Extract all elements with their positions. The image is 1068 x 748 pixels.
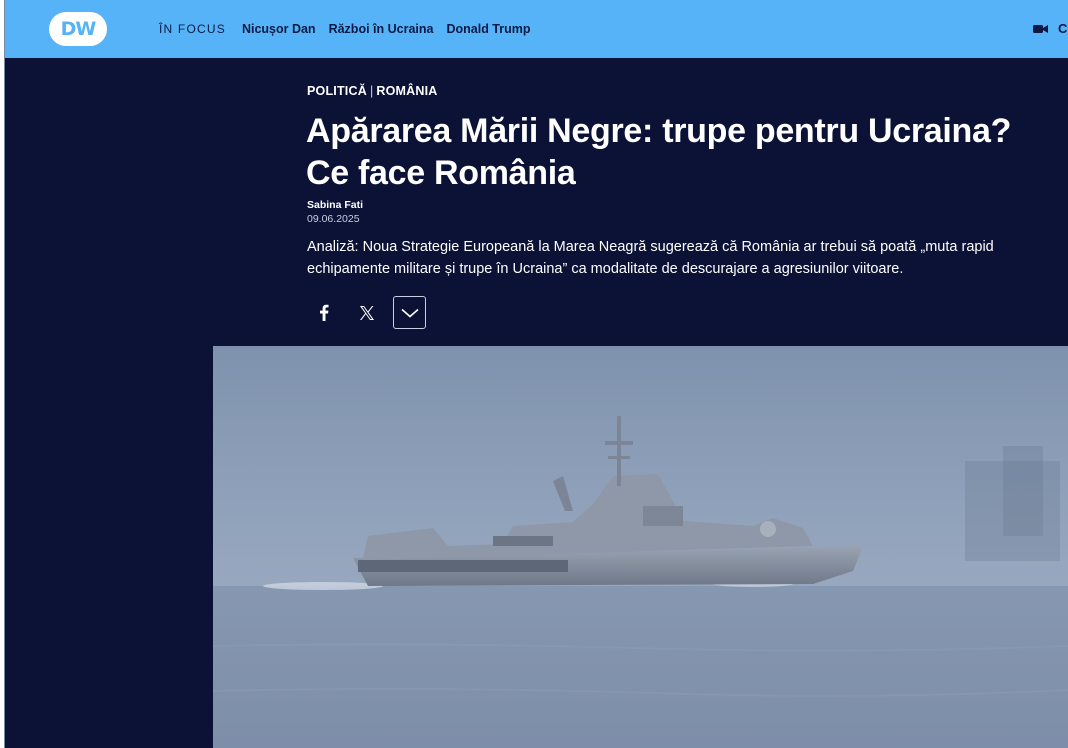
x-icon: [359, 305, 374, 320]
video-camera-icon[interactable]: [1033, 22, 1049, 36]
hero-image-warship[interactable]: [213, 346, 1068, 748]
nav-link-nicusor-dan[interactable]: Nicușor Dan: [242, 22, 316, 36]
dw-logo[interactable]: DW: [49, 12, 107, 46]
facebook-icon: [319, 304, 328, 321]
page: DW ÎN FOCUS Nicușor Dan Război în Ucrain…: [0, 0, 1068, 748]
article-author[interactable]: Sabina Fati: [307, 199, 363, 211]
facebook-share-button[interactable]: [307, 296, 340, 329]
more-share-options-button[interactable]: [393, 296, 426, 329]
chevron-down-icon: [400, 308, 419, 318]
share-bar: [307, 296, 426, 329]
kicker-region[interactable]: ROMÂNIA: [376, 84, 437, 98]
logo-text: DW: [60, 18, 97, 40]
top-navigation-bar: DW ÎN FOCUS Nicușor Dan Război în Ucrain…: [4, 0, 1068, 58]
article-title: Apărarea Mării Negre: trupe pentru Ucrai…: [306, 112, 1012, 192]
focus-nav: ÎN FOCUS Nicușor Dan Război în Ucraina D…: [159, 0, 531, 58]
topbar-partial-text[interactable]: C: [1058, 21, 1067, 36]
kicker-category[interactable]: POLITICĂ: [307, 84, 367, 98]
kicker-separator: |: [369, 84, 374, 98]
nav-link-donald-trump[interactable]: Donald Trump: [446, 22, 530, 36]
article-date: 09.06.2025: [307, 213, 360, 225]
article-teaser: Analiză: Noua Strategie Europeană la Mar…: [307, 239, 994, 277]
x-share-button[interactable]: [350, 296, 383, 329]
focus-label: ÎN FOCUS: [159, 22, 226, 36]
nav-link-razboi-ucraina[interactable]: Război în Ucraina: [329, 22, 434, 36]
article-kicker: POLITICĂ | ROMÂNIA: [307, 84, 438, 98]
